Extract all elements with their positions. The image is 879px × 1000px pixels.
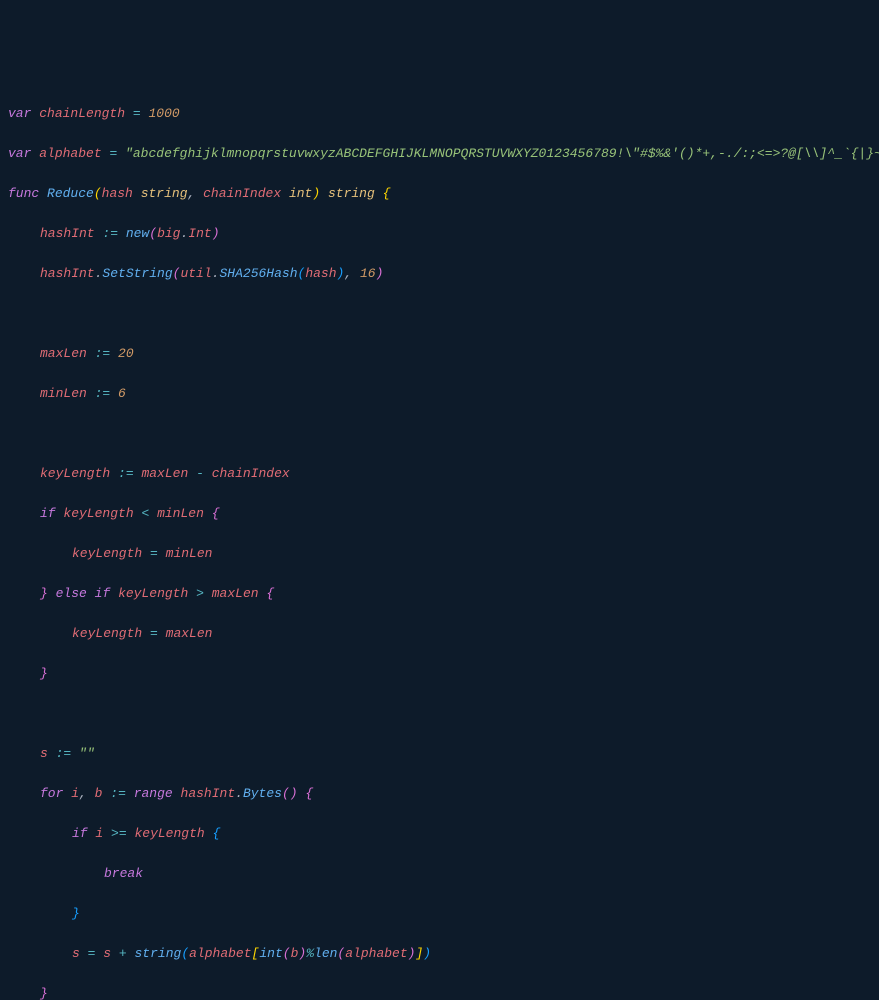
code-line: hashInt := new(big.Int) bbox=[8, 224, 871, 244]
code-line: maxLen := 20 bbox=[8, 344, 871, 364]
code-line: } bbox=[8, 904, 871, 924]
code-line: s := "" bbox=[8, 744, 871, 764]
code-line: } bbox=[8, 664, 871, 684]
code-line: keyLength := maxLen - chainIndex bbox=[8, 464, 871, 484]
code-line bbox=[8, 304, 871, 324]
code-line: var chainLength = 1000 bbox=[8, 104, 871, 124]
code-editor: var chainLength = 1000 var alphabet = "a… bbox=[8, 84, 871, 1000]
code-line: if i >= keyLength { bbox=[8, 824, 871, 844]
code-line bbox=[8, 424, 871, 444]
code-line: func Reduce(hash string, chainIndex int)… bbox=[8, 184, 871, 204]
code-line: for i, b := range hashInt.Bytes() { bbox=[8, 784, 871, 804]
code-line: var alphabet = "abcdefghijklmnopqrstuvwx… bbox=[8, 144, 871, 164]
code-line: keyLength = maxLen bbox=[8, 624, 871, 644]
code-line: } bbox=[8, 984, 871, 1000]
code-line bbox=[8, 704, 871, 724]
code-line: keyLength = minLen bbox=[8, 544, 871, 564]
code-line: s = s + string(alphabet[int(b)%len(alpha… bbox=[8, 944, 871, 964]
code-line: if keyLength < minLen { bbox=[8, 504, 871, 524]
code-line: break bbox=[8, 864, 871, 884]
code-line: minLen := 6 bbox=[8, 384, 871, 404]
code-line: } else if keyLength > maxLen { bbox=[8, 584, 871, 604]
code-line: hashInt.SetString(util.SHA256Hash(hash),… bbox=[8, 264, 871, 284]
